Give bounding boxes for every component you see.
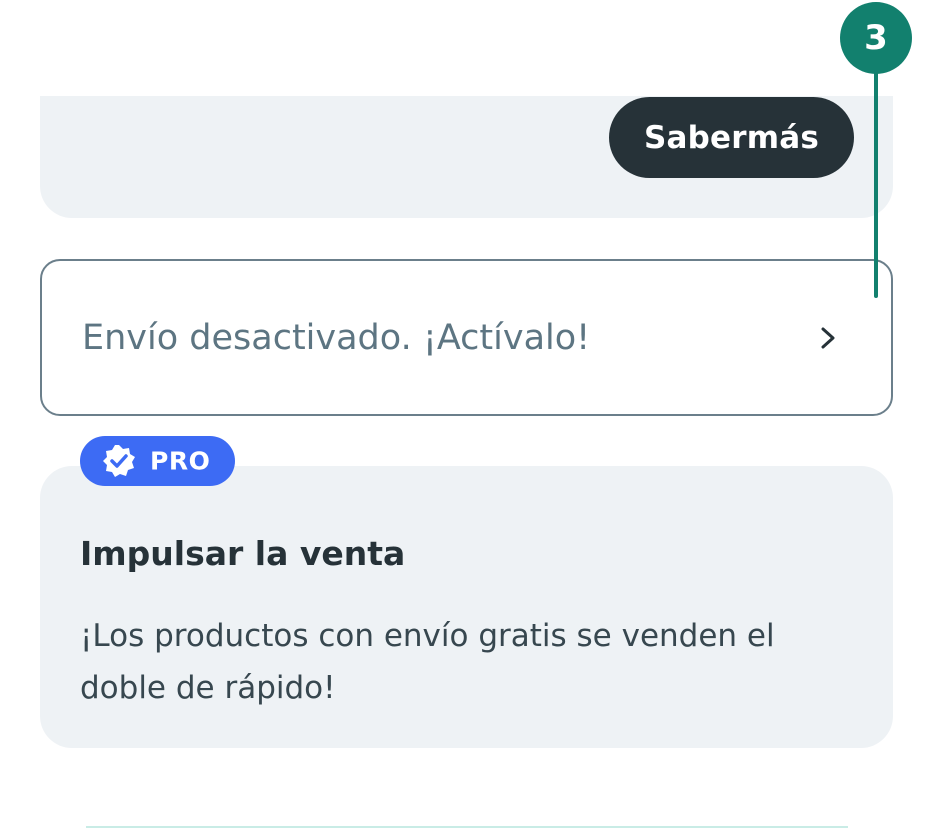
chevron-right-icon xyxy=(821,327,835,348)
boost-card-title: Impulsar la venta xyxy=(80,534,406,573)
boost-sale-card[interactable]: Impulsar la venta ¡Los productos con env… xyxy=(40,466,893,748)
pro-badge-label: PRO xyxy=(150,446,211,476)
callout-number-badge: 3 xyxy=(840,2,912,74)
learn-more-button[interactable]: Sabermás xyxy=(609,97,854,178)
boost-card-description: ¡Los productos con envío gratis se vende… xyxy=(80,618,775,706)
shipping-toggle-row[interactable]: Envío desactivado. ¡Actívalo! xyxy=(40,259,893,416)
shipping-status-label: Envío desactivado. ¡Actívalo! xyxy=(82,317,591,358)
screen: Sabermás Envío desactivado. ¡Actívalo! P… xyxy=(0,0,933,828)
pro-badge: PRO xyxy=(80,436,235,486)
verified-check-icon xyxy=(103,445,135,477)
callout-pointer-line xyxy=(874,60,878,298)
